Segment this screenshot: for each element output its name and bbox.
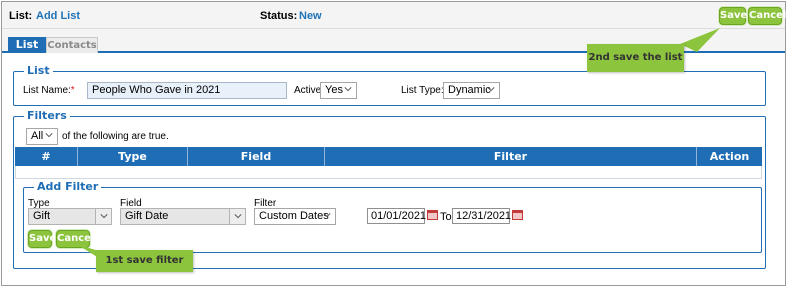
callout-save-list: 2nd save the list: [587, 44, 684, 72]
callout-top-pointer: [680, 28, 720, 52]
callout-save-filter: 1st save filter: [96, 250, 193, 272]
